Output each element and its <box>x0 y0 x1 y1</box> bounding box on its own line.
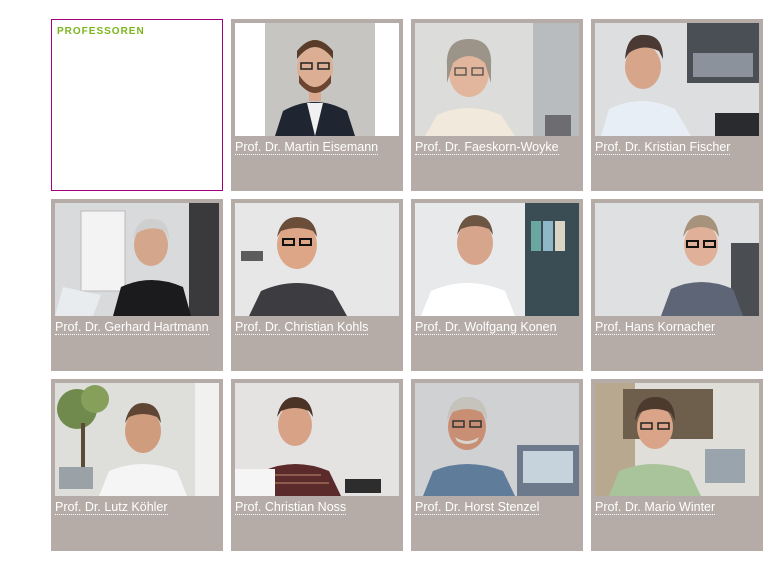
professor-card[interactable]: Prof. Dr. Horst Stenzel <box>411 379 583 551</box>
professor-photo[interactable] <box>55 383 219 496</box>
professor-photo[interactable] <box>595 203 759 316</box>
professor-name-link[interactable]: Prof. Dr. Christian Kohls <box>235 320 369 335</box>
professor-name-link[interactable]: Prof. Christian Noss <box>235 500 347 515</box>
professor-card[interactable]: Prof. Dr. Faeskorn-Woyke <box>411 19 583 191</box>
professor-name-link[interactable]: Prof. Dr. Gerhard Hartmann <box>55 320 209 335</box>
professor-card[interactable]: Prof. Dr. Kristian Fischer <box>591 19 763 191</box>
professor-name-link[interactable]: Prof. Dr. Kristian Fischer <box>595 140 731 155</box>
professor-photo[interactable] <box>415 203 579 316</box>
professor-card[interactable]: Prof. Dr. Wolfgang Konen <box>411 199 583 371</box>
professor-photo[interactable] <box>415 23 579 136</box>
professor-name-link[interactable]: Prof. Dr. Lutz Köhler <box>55 500 168 515</box>
professor-photo[interactable] <box>595 383 759 496</box>
professor-photo[interactable] <box>595 23 759 136</box>
professor-card[interactable]: Prof. Hans Kornacher <box>591 199 763 371</box>
professor-name-link[interactable]: Prof. Dr. Mario Winter <box>595 500 716 515</box>
professor-name-link[interactable]: Prof. Dr. Martin Eisemann <box>235 140 379 155</box>
professor-photo[interactable] <box>235 203 399 316</box>
professor-photo[interactable] <box>415 383 579 496</box>
professor-card[interactable]: Prof. Dr. Lutz Köhler <box>51 379 223 551</box>
professor-name-link[interactable]: Prof. Dr. Faeskorn-Woyke <box>415 140 559 155</box>
professor-card[interactable]: Prof. Dr. Martin Eisemann <box>231 19 403 191</box>
professor-photo[interactable] <box>235 23 399 136</box>
section-header-tile: PROFESSOREN <box>51 19 223 191</box>
professor-name-link[interactable]: Prof. Dr. Horst Stenzel <box>415 500 540 515</box>
section-title: PROFESSOREN <box>57 26 145 37</box>
professor-card[interactable]: Prof. Dr. Mario Winter <box>591 379 763 551</box>
professor-card[interactable]: Prof. Dr. Christian Kohls <box>231 199 403 371</box>
professor-card[interactable]: Prof. Dr. Gerhard Hartmann <box>51 199 223 371</box>
professor-card[interactable]: Prof. Christian Noss <box>231 379 403 551</box>
professor-photo[interactable] <box>235 383 399 496</box>
professor-name-link[interactable]: Prof. Hans Kornacher <box>595 320 716 335</box>
professor-name-link[interactable]: Prof. Dr. Wolfgang Konen <box>415 320 557 335</box>
professor-photo[interactable] <box>55 203 219 316</box>
